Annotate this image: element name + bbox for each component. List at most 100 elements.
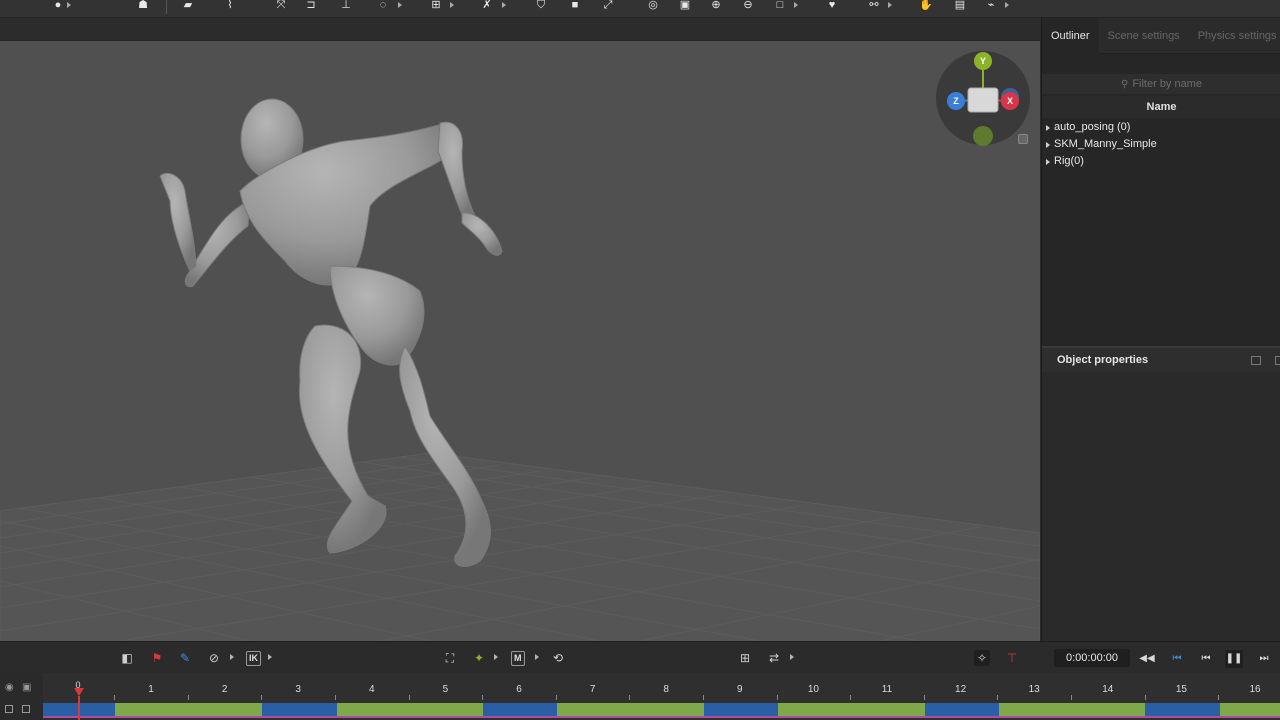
frame-icon[interactable]: ⛶ (442, 650, 458, 666)
axis-icon[interactable]: ⊥ (338, 0, 354, 12)
tab-scene-settings[interactable]: Scene settings (1099, 18, 1189, 54)
frame-tick (1144, 695, 1146, 700)
dropdown-arrow-icon[interactable] (1005, 2, 1009, 8)
frame-tick (335, 695, 336, 700)
split-icon[interactable]: ◧ (119, 650, 135, 666)
animation-segment-green[interactable] (557, 703, 704, 718)
animation-segment-blue[interactable] (704, 703, 778, 718)
animation-segment-green[interactable] (1220, 703, 1280, 718)
lock-icon[interactable]: ▣ (22, 682, 31, 693)
timeline-track-controls: ◉ ▣ (0, 673, 43, 720)
gizmo-y-axis[interactable]: Y (974, 52, 992, 70)
bracket-icon[interactable]: ⊐ (303, 0, 319, 12)
object-properties-header: Object properties (1042, 346, 1280, 372)
heart-icon[interactable]: ♥ (824, 0, 840, 12)
timeline-ruler[interactable]: 0 1 2 3 4 5 6 7 8 9 10 11 12 13 14 15 16 (43, 673, 1280, 701)
body-icon[interactable]: ☗ (135, 0, 151, 12)
dropdown-arrow-icon[interactable] (790, 654, 794, 660)
float-icon[interactable] (1275, 356, 1280, 365)
magic-icon[interactable]: ✧ (974, 650, 990, 666)
animation-segment-green[interactable] (337, 703, 483, 718)
tree-item-skm-manny[interactable]: SKM_Manny_Simple (1042, 136, 1280, 153)
dropdown-arrow-icon[interactable] (230, 654, 234, 660)
curve-icon[interactable]: ⌇ (222, 0, 238, 12)
tree-item-auto-posing[interactable]: auto_posing (0) (1042, 119, 1280, 136)
dropdown-arrow-icon[interactable] (502, 2, 506, 8)
grid-icon[interactable]: ⊞ (737, 650, 753, 666)
frame-label: 14 (1102, 684, 1114, 695)
checkbox-icon[interactable] (22, 705, 30, 713)
visibility-icon[interactable]: ◉ (5, 682, 14, 693)
m-button[interactable]: M (511, 651, 525, 666)
gizmo-x-axis[interactable]: X (1001, 92, 1019, 110)
playhead-line (78, 696, 80, 720)
rewind-icon[interactable]: ◀◀ (1138, 650, 1156, 668)
pose-icon[interactable]: ✗ (479, 0, 495, 12)
top-toolbar: ● ☗ ▰ ⌇ ⤧ ⊐ ⊥ ◌ ⊞ ✗ ⛉ ■ ⤢ ◎ ▣ ⊕ ⊖ □ ♥ ⚯ … (0, 0, 1280, 18)
lock-icon[interactable] (1018, 134, 1028, 144)
ik-button[interactable]: IK (246, 651, 261, 666)
timecode-display[interactable]: 0:00:00:00 (1054, 649, 1130, 667)
animation-segment-blue[interactable] (262, 703, 337, 718)
add-object-icon[interactable]: ⊕ (708, 0, 724, 12)
node-icon[interactable]: ⊞ (428, 0, 444, 12)
animation-segment-green[interactable] (115, 703, 262, 718)
timeline[interactable]: ◉ ▣ 0 1 2 3 4 5 6 7 8 9 10 11 12 13 14 15 16 (0, 673, 1280, 720)
minimize-icon[interactable] (1251, 356, 1261, 365)
bone-icon[interactable]: ⇄ (766, 650, 782, 666)
remove-object-icon[interactable]: ⊖ (740, 0, 756, 12)
tree-item-rig[interactable]: Rig(0) (1042, 153, 1280, 170)
dropdown-arrow-icon[interactable] (450, 2, 454, 8)
frame-label: 10 (807, 684, 819, 695)
layer-icon[interactable]: ▰ (180, 0, 196, 12)
playhead-marker[interactable] (74, 688, 84, 696)
flag-icon[interactable]: ⚑ (149, 650, 165, 666)
scale-icon[interactable]: ⤢ (600, 0, 616, 12)
checkbox-icon[interactable] (5, 705, 13, 713)
star-icon[interactable]: ✦ (471, 650, 487, 666)
dot-icon[interactable]: ● (50, 0, 66, 12)
expand-icon[interactable] (1046, 124, 1050, 131)
pin-icon[interactable]: ✎ (177, 650, 193, 666)
disable-icon[interactable]: ⊘ (206, 650, 222, 666)
camera-icon[interactable]: ■ (567, 0, 583, 12)
pause-icon[interactable]: ❚❚ (1225, 650, 1243, 668)
dropdown-arrow-icon[interactable] (494, 654, 498, 660)
tree-item-label: SKM_Manny_Simple (1054, 138, 1157, 150)
hands-icon[interactable]: ✋ (918, 0, 934, 12)
dropdown-arrow-icon[interactable] (794, 2, 798, 8)
animation-segment-blue[interactable] (925, 703, 999, 718)
picture-icon[interactable]: ▤ (952, 0, 968, 12)
expand-icon[interactable] (1046, 158, 1050, 165)
image-icon[interactable]: ▣ (677, 0, 693, 12)
tab-physics-settings[interactable]: Physics settings (1189, 18, 1280, 54)
target-icon[interactable]: ◎ (645, 0, 661, 12)
prev-frame-icon[interactable]: ⏮ (1197, 650, 1215, 668)
dropdown-arrow-icon[interactable] (888, 2, 892, 8)
rotate-icon[interactable]: ⟲ (550, 650, 566, 666)
expand-icon[interactable] (1046, 141, 1050, 148)
step-back-icon[interactable]: ⏮ (1168, 650, 1186, 668)
animation-segment-blue[interactable] (1145, 703, 1220, 718)
dropdown-arrow-icon[interactable] (535, 654, 539, 660)
animation-segment-green[interactable] (778, 703, 925, 718)
dropdown-arrow-icon[interactable] (67, 2, 71, 8)
path-icon[interactable]: ⌁ (983, 0, 999, 12)
dropdown-arrow-icon[interactable] (268, 654, 272, 660)
bones-icon[interactable]: ⚯ (866, 0, 882, 12)
3d-viewport[interactable]: Y X Z (0, 41, 1040, 641)
shield-icon[interactable]: ⛉ (533, 0, 549, 12)
animation-segment-green[interactable] (999, 703, 1145, 718)
transform-icon[interactable]: ⤧ (273, 0, 289, 12)
animation-segment-blue[interactable] (483, 703, 557, 718)
name-column-header[interactable]: Name (1042, 96, 1280, 118)
square-icon[interactable]: □ (772, 0, 788, 12)
orientation-gizmo[interactable]: Y X Z (935, 50, 1031, 146)
dropdown-arrow-icon[interactable] (398, 2, 402, 8)
next-frame-icon[interactable]: ⏭ (1255, 650, 1273, 668)
marker-icon[interactable]: ⊤ (1004, 650, 1020, 666)
gizmo-z-axis[interactable]: Z (947, 92, 965, 110)
lasso-icon[interactable]: ◌ (375, 0, 391, 12)
filter-input[interactable]: ⚲ Filter by name (1042, 74, 1280, 94)
tab-outliner[interactable]: Outliner (1042, 17, 1099, 54)
